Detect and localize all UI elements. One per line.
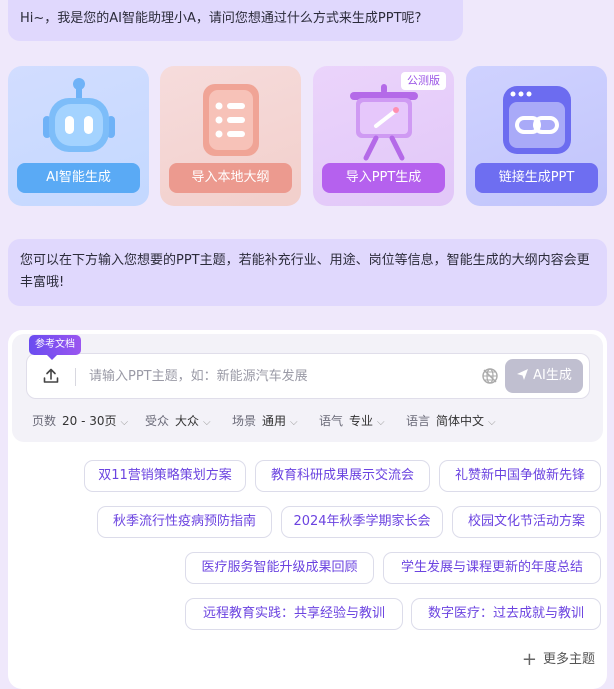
chevron-down-icon: ⌵ bbox=[377, 417, 385, 428]
ai-generate-button[interactable]: AI智能生成 bbox=[17, 163, 140, 193]
more-topics-link[interactable]: + 更多主题 bbox=[522, 648, 595, 670]
topic-chip[interactable]: 秋季流行性疫病预防指南 bbox=[97, 506, 272, 538]
import-outline-button[interactable]: 导入本地大纲 bbox=[169, 163, 292, 193]
option-tone[interactable]: 语气 专业 ⌵ bbox=[319, 412, 385, 429]
topic-chip[interactable]: 医疗服务智能升级成果回顾 bbox=[185, 552, 374, 584]
option-scene-value: 通用 bbox=[262, 414, 287, 428]
ai-generate-submit-label: AI生成 bbox=[533, 368, 572, 383]
chevron-down-icon: ⌵ bbox=[203, 417, 211, 428]
option-audience[interactable]: 受众 大众 ⌵ bbox=[145, 412, 211, 429]
plus-icon: + bbox=[521, 649, 537, 670]
option-pages[interactable]: 页数 20 - 30页 ⌵ bbox=[32, 412, 128, 429]
topic-chip[interactable]: 数字医疗：过去成就与教训 bbox=[411, 598, 601, 630]
topic-chip[interactable]: 教育科研成果展示交流会 bbox=[255, 460, 430, 492]
topic-input[interactable] bbox=[89, 362, 469, 390]
option-language-value: 简体中文 bbox=[436, 414, 485, 428]
option-tone-label: 语气 bbox=[319, 414, 344, 428]
hint-bubble: 您可以在下方输入您想要的PPT主题，若能补充行业、用途、岗位等信息，智能生成的大… bbox=[8, 239, 607, 306]
option-pages-value: 20 - 30页 bbox=[62, 414, 117, 428]
topic-panel: AI生成 参考文档 页数20 - 30页⌵ 受众大众⌵ 场景通用⌵ 语气专业⌵ … bbox=[8, 330, 607, 689]
option-pages-label: 页数 bbox=[32, 414, 57, 428]
more-topics-label: 更多主题 bbox=[542, 652, 595, 667]
topic-chip[interactable]: 远程教育实践：共享经验与教训 bbox=[185, 598, 403, 630]
card-link-generate[interactable]: 链接生成PPT bbox=[466, 66, 607, 206]
option-scene-label: 场景 bbox=[232, 414, 257, 428]
option-audience-label: 受众 bbox=[145, 414, 170, 428]
import-ppt-button[interactable]: 导入PPT生成 bbox=[322, 163, 445, 193]
reference-doc-tag[interactable]: 参考文档 bbox=[29, 335, 81, 360]
presentation-board-icon bbox=[349, 84, 418, 161]
outline-list-icon bbox=[202, 84, 259, 156]
generation-mode-cards: AI智能生成 导入本地大纲 公测版 导入PPT生成 链接生成PPT bbox=[8, 66, 607, 206]
input-area: AI生成 参考文档 页数20 - 30页⌵ 受众大众⌵ 场景通用⌵ 语气专业⌵ … bbox=[12, 334, 603, 442]
link-browser-icon bbox=[502, 86, 571, 154]
input-divider bbox=[75, 368, 76, 386]
topic-chip[interactable]: 校园文化节活动方案 bbox=[452, 506, 601, 538]
topic-input-box: AI生成 bbox=[26, 353, 590, 399]
topic-chip[interactable]: 学生发展与课程更新的年度总结 bbox=[383, 552, 601, 584]
card-import-ppt[interactable]: 公测版 导入PPT生成 bbox=[313, 66, 454, 206]
upload-icon[interactable] bbox=[42, 367, 60, 385]
ai-generate-submit-button[interactable]: AI生成 bbox=[505, 359, 583, 393]
option-audience-value: 大众 bbox=[175, 414, 200, 428]
option-tone-value: 专业 bbox=[349, 414, 374, 428]
send-icon bbox=[517, 369, 529, 380]
topic-chip[interactable]: 礼赞新中国争做新先锋 bbox=[439, 460, 601, 492]
greeting-bubble: Hi~，我是您的AI智能助理小A，请问您想通过什么方式来生成PPT呢? bbox=[8, 0, 463, 41]
link-generate-button[interactable]: 链接生成PPT bbox=[475, 163, 598, 193]
card-ai-generate[interactable]: AI智能生成 bbox=[8, 66, 149, 206]
globe-icon[interactable] bbox=[481, 367, 499, 385]
chevron-down-icon: ⌵ bbox=[290, 417, 298, 428]
option-scene[interactable]: 场景 通用 ⌵ bbox=[232, 412, 298, 429]
card-import-outline[interactable]: 导入本地大纲 bbox=[160, 66, 301, 206]
option-language[interactable]: 语言 简体中文 ⌵ bbox=[406, 412, 496, 429]
topic-chip[interactable]: 双11营销策略策划方案 bbox=[84, 460, 246, 492]
robot-icon bbox=[42, 78, 115, 152]
chevron-down-icon: ⌵ bbox=[488, 417, 496, 428]
chevron-down-icon: ⌵ bbox=[120, 417, 129, 428]
topic-chip[interactable]: 2024年秋季学期家长会 bbox=[281, 506, 443, 538]
option-language-label: 语言 bbox=[406, 414, 431, 428]
